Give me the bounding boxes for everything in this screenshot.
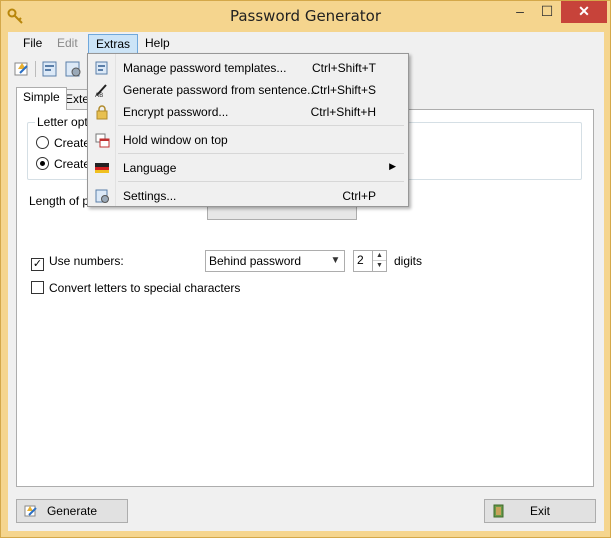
use-numbers-label: Use numbers: <box>49 254 124 268</box>
digits-unit-label: digits <box>394 254 423 268</box>
tab-simple[interactable]: Simple <box>16 87 67 110</box>
generate-toolbar-icon[interactable] <box>12 59 32 79</box>
stepper-down-icon[interactable]: ▼ <box>373 261 386 271</box>
menu-item-label: Generate password from sentence... <box>123 83 318 97</box>
close-button[interactable]: ✕ <box>561 1 607 23</box>
radio-option-2[interactable]: Create <box>36 156 90 172</box>
chevron-down-icon[interactable]: ▼ <box>327 251 344 271</box>
menu-item-label: Manage password templates... <box>123 61 287 75</box>
settings-toolbar-icon[interactable] <box>63 59 83 79</box>
extras-menu: Manage password templates... Ctrl+Shift+… <box>87 53 409 207</box>
menu-separator <box>118 181 404 182</box>
menu-item-shortcut: Ctrl+Shift+T <box>311 61 376 75</box>
client-area: File Edit Extras Help Simple Exte Letter… <box>8 32 604 531</box>
special-chars-label: Convert letters to special characters <box>49 281 241 295</box>
menu-item-label: Settings... <box>123 189 177 203</box>
number-position-select[interactable]: Behind password ▼ <box>205 250 345 272</box>
menu-edit[interactable]: Edit <box>50 34 85 53</box>
use-numbers-checkbox[interactable]: ✓ Use numbers: <box>31 253 124 271</box>
menu-bar: File Edit Extras Help <box>8 32 604 54</box>
radio-option-1-label: Create <box>54 136 91 150</box>
menu-item-settings[interactable]: Settings... Ctrl+P <box>90 185 406 207</box>
flag-icon <box>95 163 109 173</box>
menu-help[interactable]: Help <box>138 34 177 53</box>
digits-stepper[interactable]: 2 ▲ ▼ <box>353 250 387 272</box>
menu-item-label: Hold window on top <box>123 133 228 147</box>
generate-button[interactable]: Generate <box>16 499 128 523</box>
menu-item-label: Encrypt password... <box>123 105 229 119</box>
radio-option-1[interactable]: Create <box>36 135 90 151</box>
sentence-icon: AB <box>95 84 107 98</box>
digits-value[interactable]: 2 <box>357 253 364 267</box>
settings-icon <box>95 189 109 203</box>
number-position-value: Behind password <box>209 254 302 268</box>
templates-icon <box>95 61 108 75</box>
menu-item-shortcut: Ctrl+Shift+S <box>311 83 376 97</box>
submenu-arrow-icon: ▶ <box>389 161 396 171</box>
window-on-top-icon <box>95 133 110 148</box>
radio-button-selected[interactable] <box>36 157 49 170</box>
menu-item-generate-from-sentence[interactable]: AB Generate password from sentence... Ct… <box>90 79 406 101</box>
menu-item-shortcut: Ctrl+Shift+H <box>310 105 376 119</box>
menu-item-encrypt-password[interactable]: Encrypt password... Ctrl+Shift+H <box>90 101 406 123</box>
exit-button[interactable]: Exit <box>484 499 596 523</box>
title-bar[interactable]: Password Generator – ☐ ✕ <box>1 1 610 32</box>
app-window: Password Generator – ☐ ✕ File Edit Extra… <box>0 0 611 538</box>
maximize-button[interactable]: ☐ <box>533 1 561 23</box>
menu-item-hold-on-top[interactable]: Hold window on top <box>90 129 406 151</box>
checkbox-unchecked[interactable] <box>31 281 44 294</box>
menu-file[interactable]: File <box>16 34 49 53</box>
radio-option-2-label: Create <box>54 157 91 171</box>
menu-item-label: Language <box>123 161 177 175</box>
generate-button-label: Generate <box>46 504 98 518</box>
menu-item-shortcut: Ctrl+P <box>342 189 376 203</box>
templates-toolbar-icon[interactable] <box>40 59 60 79</box>
menu-item-language[interactable]: Language ▶ <box>90 157 406 179</box>
stepper-buttons: ▲ ▼ <box>372 251 386 271</box>
minimize-button[interactable]: – <box>506 1 534 23</box>
lock-icon <box>96 105 108 120</box>
menu-separator <box>118 153 404 154</box>
exit-button-label: Exit <box>529 504 550 518</box>
length-label: Length of p <box>29 194 90 208</box>
letter-options-title: Letter opti <box>35 115 93 129</box>
stepper-up-icon[interactable]: ▲ <box>373 251 386 261</box>
toolbar-separator <box>35 61 36 77</box>
menu-item-manage-templates[interactable]: Manage password templates... Ctrl+Shift+… <box>90 57 406 79</box>
menu-separator <box>118 125 404 126</box>
radio-button[interactable] <box>36 136 49 149</box>
svg-text:AB: AB <box>95 92 103 98</box>
special-chars-checkbox[interactable]: Convert letters to special characters <box>31 280 240 296</box>
menu-extras[interactable]: Extras <box>88 34 139 54</box>
checkbox-checked[interactable]: ✓ <box>31 258 44 271</box>
